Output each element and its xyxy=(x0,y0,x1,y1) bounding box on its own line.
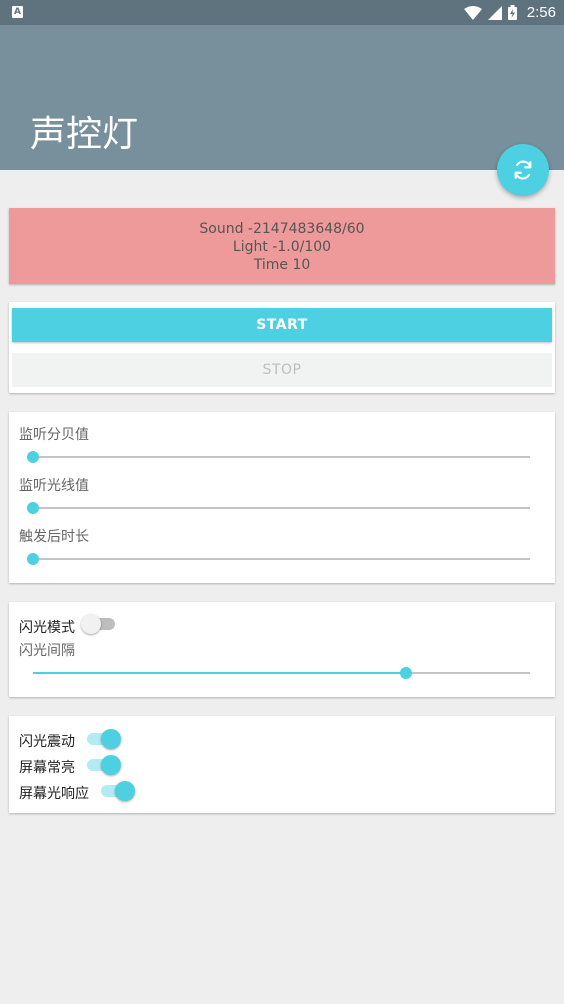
decibel-label: 监听分贝值 xyxy=(19,427,89,443)
screen-light-response-switch[interactable] xyxy=(99,781,135,801)
battery-icon xyxy=(507,5,517,20)
flash-vibrate-label: 闪光震动 xyxy=(19,734,75,750)
app-title: 声控灯 xyxy=(30,114,139,155)
signal-icon xyxy=(487,5,502,20)
duration-label: 触发后时长 xyxy=(19,529,89,545)
flash-mode-label: 闪光模式 xyxy=(19,620,75,636)
screen-on-label: 屏幕常亮 xyxy=(19,760,75,776)
stop-button[interactable]: STOP xyxy=(12,353,552,387)
status-info-card: Sound -2147483648/60 Light -1.0/100 Time… xyxy=(9,208,555,284)
flash-card: 闪光模式 闪光间隔 xyxy=(9,602,555,697)
wifi-icon xyxy=(463,5,482,20)
refresh-icon xyxy=(514,160,532,180)
light-reading: Light -1.0/100 xyxy=(232,239,332,255)
slider-thumb[interactable] xyxy=(27,451,39,463)
time-reading: Time 10 xyxy=(253,257,311,273)
app-bar: 声控灯 xyxy=(0,25,564,170)
status-clock: 2:56 xyxy=(526,4,556,21)
flash-interval-slider[interactable] xyxy=(33,667,530,679)
slider-thumb[interactable] xyxy=(27,502,39,514)
duration-slider[interactable] xyxy=(27,553,530,565)
light-label: 监听光线值 xyxy=(19,478,89,494)
control-card: START STOP xyxy=(9,302,555,393)
decibel-slider[interactable] xyxy=(27,451,530,463)
refresh-button[interactable] xyxy=(497,144,549,196)
light-slider[interactable] xyxy=(27,502,530,514)
slider-thumb[interactable] xyxy=(27,553,39,565)
threshold-card: 监听分贝值 监听光线值 触发后时长 xyxy=(9,412,555,583)
start-button[interactable]: START xyxy=(12,308,552,342)
status-bar: A 2:56 xyxy=(0,0,564,25)
slider-thumb[interactable] xyxy=(399,667,412,679)
flash-interval-label: 闪光间隔 xyxy=(19,643,75,659)
flash-vibrate-switch[interactable] xyxy=(85,729,121,749)
status-icons: 2:56 xyxy=(463,0,556,25)
screen-on-switch[interactable] xyxy=(85,755,121,775)
flash-mode-switch[interactable] xyxy=(81,614,117,634)
notification-icon: A xyxy=(12,6,23,18)
screen-light-response-label: 屏幕光响应 xyxy=(19,786,89,802)
sound-reading: Sound -2147483648/60 xyxy=(199,221,365,237)
settings-card: 闪光震动 屏幕常亮 屏幕光响应 xyxy=(9,716,555,813)
